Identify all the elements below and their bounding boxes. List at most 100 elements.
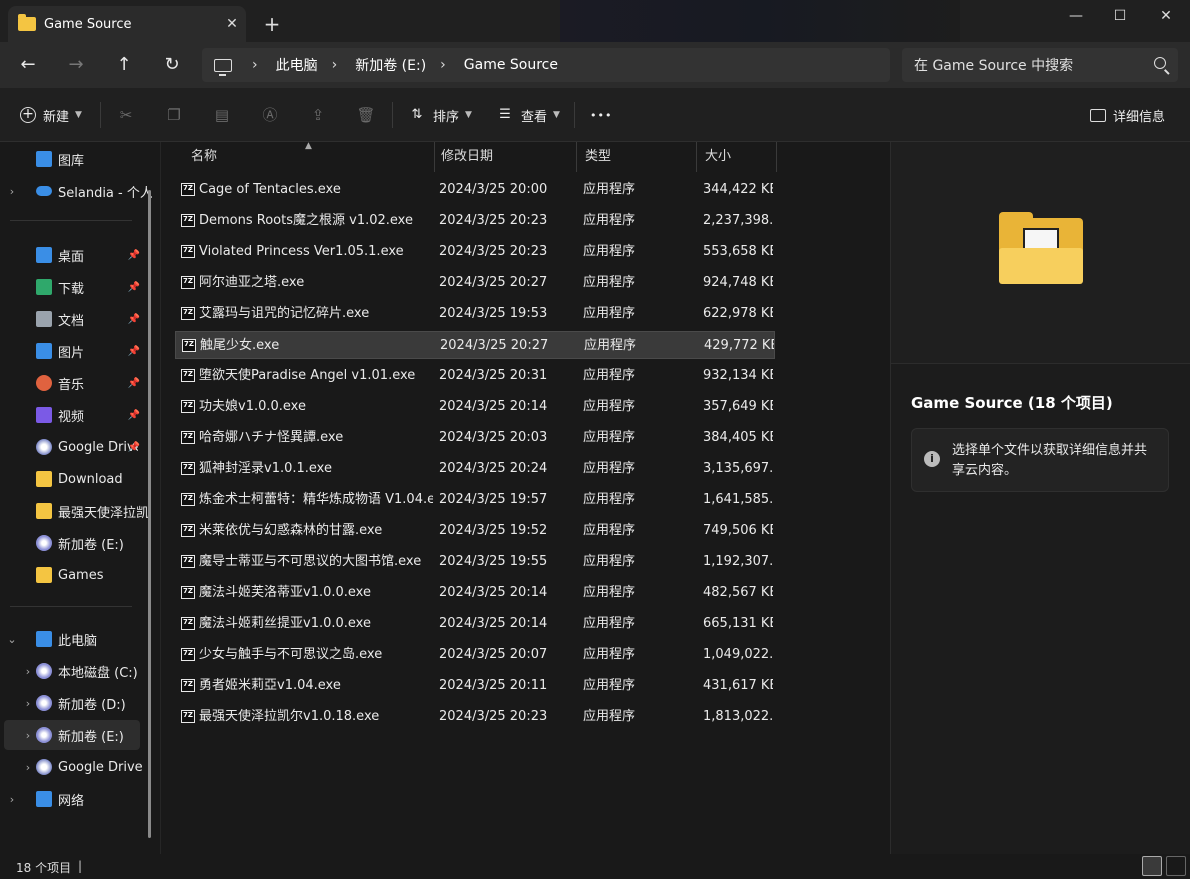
cut-icon[interactable]: ✂ bbox=[116, 105, 136, 125]
file-row[interactable]: 7Z 魔导士蒂亚与不可思议的大图书馆.exe 2024/3/25 19:55 应用程序… bbox=[175, 548, 775, 576]
chevron-right-icon[interactable]: › bbox=[20, 729, 36, 742]
share-icon[interactable]: ⇪ bbox=[308, 105, 328, 125]
chevron-right-icon[interactable]: › bbox=[20, 761, 36, 774]
sidebar-item-this-pc[interactable]: ⌄ 此电脑 bbox=[4, 624, 152, 654]
tiles-view-button[interactable] bbox=[1166, 856, 1186, 876]
paste-icon[interactable]: ▤ bbox=[212, 105, 232, 125]
refresh-button[interactable]: ↻ bbox=[156, 51, 188, 79]
details-view-button[interactable] bbox=[1142, 856, 1162, 876]
new-tab-button[interactable]: + bbox=[260, 12, 284, 36]
chevron-right-icon[interactable]: › bbox=[4, 185, 20, 198]
item-count: 18 个项目 bbox=[16, 861, 72, 875]
file-row[interactable]: 7Z 触尾少女.exe 2024/3/25 20:27 应用程序 429,772 KB bbox=[175, 331, 775, 359]
sidebar-item-pictures[interactable]: 图片 📌 bbox=[4, 336, 152, 366]
file-row[interactable]: 7Z 功夫娘v1.0.0.exe 2024/3/25 20:14 应用程序 357,64… bbox=[175, 393, 775, 421]
tab-game-source[interactable]: Game Source ✕ bbox=[8, 6, 246, 42]
breadcrumb-game-source[interactable]: Game Source bbox=[464, 57, 558, 73]
file-row[interactable]: 7Z 米莱依优与幻惑森林的甘露.exe 2024/3/25 19:52 应用程序 749… bbox=[175, 517, 775, 545]
view-button[interactable]: ☰ 查看 ▼ bbox=[496, 102, 560, 128]
breadcrumb-this-pc[interactable]: 此电脑 bbox=[276, 55, 318, 75]
file-row[interactable]: 7Z Demons Roots魔之根源 v1.02.exe 2024/3/25 20… bbox=[175, 207, 775, 235]
sidebar-item-label: Google Drive bbox=[58, 439, 138, 455]
sidebar-item-google-drive-pinned[interactable]: Google Drive 📌 bbox=[4, 432, 152, 462]
column-header-date[interactable]: 修改日期 bbox=[433, 142, 577, 172]
file-date: 2024/3/25 20:00 bbox=[439, 182, 548, 197]
file-type: 应用程序 bbox=[583, 244, 636, 259]
sidebar-item-videos[interactable]: 视频 📌 bbox=[4, 400, 152, 430]
file-name: Cage of Tentacles.exe bbox=[199, 182, 341, 197]
rename-icon[interactable]: Ⓐ bbox=[260, 105, 280, 125]
breadcrumb-drive-e[interactable]: 新加卷 (E:) bbox=[355, 55, 426, 75]
column-header-type[interactable]: 类型 bbox=[577, 142, 697, 172]
file-row[interactable]: 7Z 艾露玛与诅咒的记忆碎片.exe 2024/3/25 19:53 应用程序 622,… bbox=[175, 300, 775, 328]
forward-button[interactable]: → bbox=[60, 51, 92, 79]
file-row[interactable]: 7Z 魔法斗姬莉丝提亚v1.0.0.exe 2024/3/25 20:14 应用程序 6… bbox=[175, 610, 775, 638]
file-row[interactable]: 7Z 狐神封淫录v1.0.1.exe 2024/3/25 20:24 应用程序 3,13… bbox=[175, 455, 775, 483]
close-window-button[interactable]: ✕ bbox=[1142, 0, 1190, 32]
file-row[interactable]: 7Z 炼金术士柯蕾特：精华炼成物语 V1.04.e... 2024/3/25 19:… bbox=[175, 486, 775, 514]
sidebar-item-desktop[interactable]: 桌面 📌 bbox=[4, 240, 152, 270]
address-bar[interactable]: › 此电脑 › 新加卷 (E:) › Game Source bbox=[202, 48, 890, 82]
pin-icon: 📌 bbox=[127, 249, 140, 261]
new-button[interactable]: + 新建 ▼ bbox=[20, 102, 82, 128]
pictures-icon bbox=[36, 343, 52, 359]
sidebar-item-downloads[interactable]: 下载 📌 bbox=[4, 272, 152, 302]
sidebar-item-music[interactable]: 音乐 📌 bbox=[4, 368, 152, 398]
file-row[interactable]: 7Z Cage of Tentacles.exe 2024/3/25 20:00 应用… bbox=[175, 176, 775, 204]
sidebar-item-games-folder[interactable]: Games bbox=[4, 560, 152, 590]
up-button[interactable]: ↑ bbox=[108, 51, 140, 79]
minimize-button[interactable]: — bbox=[1052, 0, 1100, 32]
sidebar-item-onedrive[interactable]: › Selandia - 个人 bbox=[4, 176, 152, 206]
view-lines-icon: ☰ bbox=[499, 107, 511, 122]
file-row[interactable]: 7Z 哈奇娜ハチナ怪異譚.exe 2024/3/25 20:03 应用程序 384,40… bbox=[175, 424, 775, 452]
tab-close-icon[interactable]: ✕ bbox=[218, 16, 246, 32]
chevron-right-icon[interactable]: › bbox=[4, 793, 20, 806]
exe-file-icon: 7Z bbox=[181, 648, 195, 661]
search-icon[interactable] bbox=[1154, 57, 1166, 69]
file-type: 应用程序 bbox=[583, 492, 636, 507]
sidebar-item-download-folder[interactable]: Download bbox=[4, 464, 152, 494]
file-type: 应用程序 bbox=[583, 275, 636, 290]
drive-icon bbox=[36, 695, 52, 711]
sidebar-item-network[interactable]: › 网络 bbox=[4, 784, 152, 814]
sidebar-item-gallery[interactable]: 图库 bbox=[4, 144, 152, 174]
delete-icon[interactable]: 🗑 bbox=[356, 105, 376, 125]
back-button[interactable]: ← bbox=[12, 51, 44, 79]
sidebar-item-drive-e[interactable]: › 新加卷 (E:) bbox=[4, 720, 140, 750]
file-row[interactable]: 7Z 阿尔迪亚之塔.exe 2024/3/25 20:27 应用程序 924,748 K… bbox=[175, 269, 775, 297]
breadcrumb-separator: › bbox=[252, 57, 258, 73]
exe-file-icon: 7Z bbox=[181, 400, 195, 413]
details-pane-button[interactable]: 详细信息 bbox=[1090, 102, 1165, 128]
file-name: 炼金术士柯蕾特：精华炼成物语 V1.04.e... bbox=[199, 492, 433, 507]
download-icon bbox=[36, 279, 52, 295]
file-row[interactable]: 7Z 勇者姬米莉亞v1.04.exe 2024/3/25 20:11 应用程序 431,… bbox=[175, 672, 775, 700]
file-row[interactable]: 7Z 少女与触手与不可思议之岛.exe 2024/3/25 20:07 应用程序 1,0… bbox=[175, 641, 775, 669]
search-input[interactable]: 在 Game Source 中搜索 bbox=[902, 48, 1178, 82]
sort-button[interactable]: ⇅ 排序 ▼ bbox=[408, 102, 472, 128]
column-header-size[interactable]: 大小 bbox=[697, 142, 777, 172]
sidebar-item-drive-d[interactable]: › 新加卷 (D:) bbox=[4, 688, 152, 718]
chevron-right-icon[interactable]: › bbox=[20, 665, 36, 678]
sidebar-item-google-drive[interactable]: › Google Drive bbox=[4, 752, 152, 782]
sidebar-item-documents[interactable]: 文档 📌 bbox=[4, 304, 152, 334]
file-size: 2,237,398... bbox=[703, 213, 773, 228]
sidebar-scrollbar[interactable] bbox=[148, 190, 151, 838]
sidebar-item-label: 下载 bbox=[58, 281, 85, 297]
maximize-button[interactable]: ☐ bbox=[1096, 0, 1144, 32]
chevron-down-icon[interactable]: ⌄ bbox=[4, 633, 20, 646]
sidebar-item-label: 图库 bbox=[58, 153, 85, 169]
file-date: 2024/3/25 20:11 bbox=[439, 678, 548, 693]
more-options-button[interactable]: ••• bbox=[590, 102, 612, 128]
chevron-right-icon[interactable]: › bbox=[20, 697, 36, 710]
file-type: 应用程序 bbox=[583, 430, 636, 445]
file-row[interactable]: 7Z 堕欲天使Paradise Angel v1.01.exe 2024/3/25 … bbox=[175, 362, 775, 390]
sidebar-item-drive-e-pinned[interactable]: 新加卷 (E:) bbox=[4, 528, 152, 558]
file-row[interactable]: 7Z 最强天使泽拉凯尔v1.0.18.exe 2024/3/25 20:23 应用程序… bbox=[175, 703, 775, 731]
sidebar-item-drive-c[interactable]: › 本地磁盘 (C:) bbox=[4, 656, 152, 686]
pin-icon: 📌 bbox=[127, 441, 140, 453]
file-row[interactable]: 7Z 魔法斗姬芙洛蒂亚v1.0.0.exe 2024/3/25 20:14 应用程序 4… bbox=[175, 579, 775, 607]
sidebar-item-zerakiel-folder[interactable]: 最强天使泽拉凯 bbox=[4, 496, 152, 526]
copy-icon[interactable]: ❐ bbox=[164, 105, 184, 125]
file-date: 2024/3/25 19:55 bbox=[439, 554, 548, 569]
file-row[interactable]: 7Z Violated Princess Ver1.05.1.exe 2024/3/… bbox=[175, 238, 775, 266]
